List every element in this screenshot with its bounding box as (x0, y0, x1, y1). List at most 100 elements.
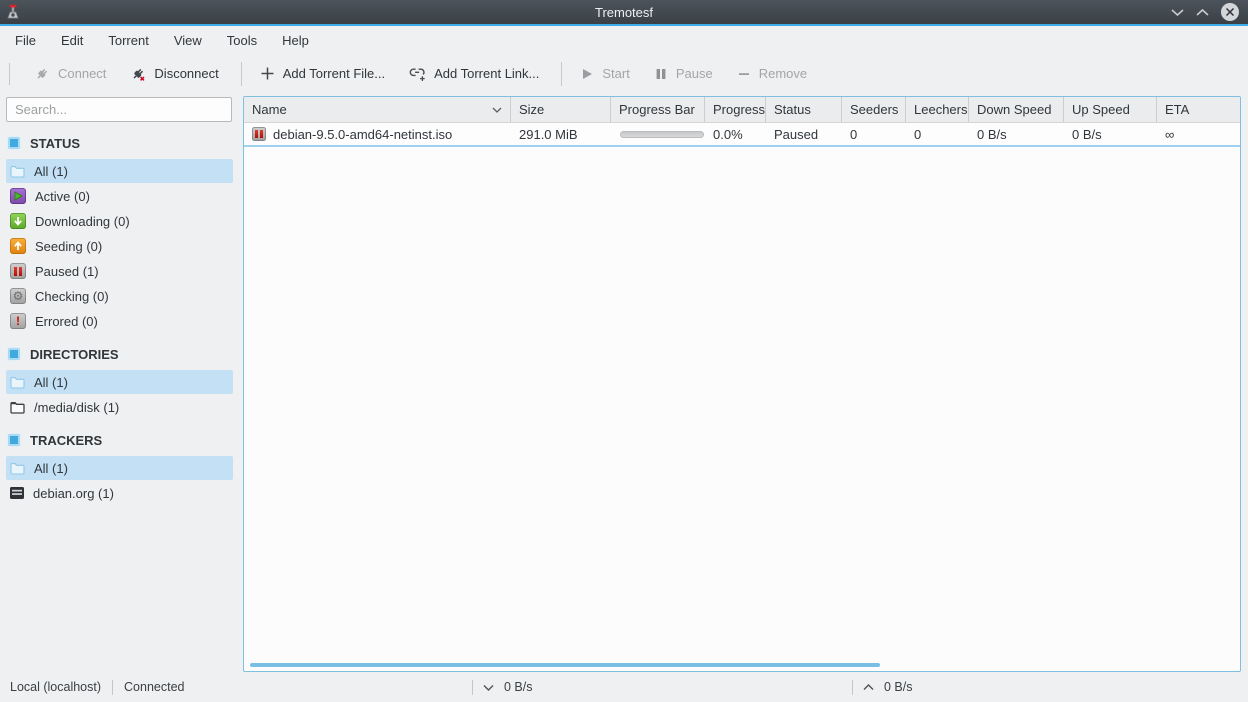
cell-leechers: 0 (914, 126, 922, 142)
column-header-leechers[interactable]: Leechers (906, 97, 969, 122)
plug-connect-icon (34, 66, 50, 82)
download-chevron-icon (483, 684, 494, 691)
sidebar-item-status-paused[interactable]: Paused (1) (6, 259, 233, 283)
disconnect-label: Disconnect (154, 66, 219, 81)
sidebar-item-directory-media-disk[interactable]: /media/disk (1) (6, 395, 233, 419)
sidebar-item-label: All (1) (34, 374, 68, 390)
section-title: DIRECTORIES (30, 346, 119, 362)
sidebar-item-status-active[interactable]: Active (0) (6, 184, 233, 208)
tracker-icon (10, 487, 24, 499)
remove-button: Remove (727, 61, 817, 86)
menu-file[interactable]: File (5, 29, 46, 52)
play-icon (580, 67, 594, 81)
minus-icon (737, 67, 751, 81)
sidebar-item-label: All (1) (34, 163, 68, 179)
cell-name: debian-9.5.0-amd64-netinst.iso (244, 127, 511, 142)
column-header-eta[interactable]: ETA (1157, 97, 1240, 122)
cell-up-speed: 0 B/s (1072, 126, 1102, 142)
sort-chevron-down-icon (492, 107, 502, 113)
section-title: STATUS (30, 135, 81, 151)
folder-icon (10, 165, 25, 178)
link-plus-icon (409, 66, 426, 82)
section-header-directories: DIRECTORIES (8, 344, 237, 364)
add-torrent-file-button[interactable]: Add Torrent File... (250, 61, 395, 86)
toolbar-separator (561, 61, 563, 86)
connection-status: Connected (124, 680, 185, 694)
errored-icon: ! (10, 313, 26, 329)
menu-torrent[interactable]: Torrent (98, 29, 158, 52)
folder-dark-icon (10, 401, 25, 414)
sidebar-item-label: Errored (0) (35, 313, 98, 329)
torrent-row[interactable]: debian-9.5.0-amd64-netinst.iso 291.0 MiB… (244, 123, 1240, 145)
maximize-icon[interactable] (1196, 8, 1209, 16)
downloading-icon (10, 213, 26, 229)
progress-bar (620, 130, 704, 138)
statusbar: Local (localhost) Connected 0 B/s 0 B/s (0, 672, 1248, 702)
section-header-status: STATUS (8, 133, 237, 153)
scrollbar-thumb[interactable] (250, 663, 880, 667)
column-header-progress-bar[interactable]: Progress Bar (611, 97, 705, 122)
cell-down-speed: 0 B/s (977, 126, 1007, 142)
column-header-name[interactable]: Name (244, 97, 511, 122)
upload-speed: 0 B/s (884, 680, 913, 694)
section-title: TRACKERS (30, 432, 103, 448)
toolbar-handle[interactable] (9, 62, 10, 85)
sidebar-item-status-all[interactable]: All (1) (6, 159, 233, 183)
section-header-trackers: TRACKERS (8, 430, 237, 450)
remove-label: Remove (758, 66, 808, 81)
seeding-icon (10, 238, 26, 254)
sidebar-item-status-errored[interactable]: ! Errored (0) (6, 309, 233, 333)
table-header-row: Name Size Progress Bar Progress Status S… (244, 97, 1240, 123)
column-header-progress[interactable]: Progress (705, 97, 766, 122)
pause-button: Pause (644, 61, 723, 86)
filters-sidebar: STATUS All (1) Active (0) Downloading (0… (0, 92, 237, 672)
start-button: Start (570, 61, 639, 86)
add-torrent-file-label: Add Torrent File... (282, 66, 386, 81)
column-header-size[interactable]: Size (511, 97, 611, 122)
table-empty-area (244, 147, 1240, 660)
menu-help[interactable]: Help (272, 29, 319, 52)
menu-tools[interactable]: Tools (217, 29, 267, 52)
column-header-down-speed[interactable]: Down Speed (969, 97, 1064, 122)
statusbar-separator (112, 679, 114, 695)
connect-button: Connect (24, 61, 116, 87)
column-header-status[interactable]: Status (766, 97, 842, 122)
menu-view[interactable]: View (164, 29, 212, 52)
sidebar-item-status-seeding[interactable]: Seeding (0) (6, 234, 233, 258)
pause-label: Pause (675, 66, 713, 81)
statusbar-separator (852, 679, 853, 695)
sidebar-item-status-checking[interactable]: ⚙ Checking (0) (6, 284, 233, 308)
disconnect-button[interactable]: Disconnect (120, 61, 228, 87)
menu-edit[interactable]: Edit (51, 29, 93, 52)
torrents-table: Name Size Progress Bar Progress Status S… (243, 96, 1241, 672)
cell-progress-bar (611, 130, 705, 138)
plus-icon (260, 66, 275, 81)
paused-icon (252, 127, 266, 141)
server-name: Local (localhost) (10, 680, 102, 694)
minimize-icon[interactable] (1171, 8, 1184, 16)
menubar: File Edit Torrent View Tools Help (0, 26, 1248, 55)
horizontal-scrollbar[interactable] (244, 660, 1240, 671)
toolbar-separator (240, 61, 242, 86)
titlebar: Tremotesf (0, 0, 1248, 24)
column-header-seeders[interactable]: Seeders (842, 97, 906, 122)
sidebar-item-trackers-all[interactable]: All (1) (6, 456, 233, 480)
sidebar-item-label: Active (0) (35, 188, 90, 204)
sidebar-item-label: Seeding (0) (35, 238, 103, 254)
sidebar-item-status-downloading[interactable]: Downloading (0) (6, 209, 233, 233)
search-input[interactable] (6, 97, 232, 122)
cell-eta: ∞ (1165, 126, 1175, 142)
plug-disconnect-icon (130, 66, 146, 82)
paused-icon (10, 263, 26, 279)
column-header-up-speed[interactable]: Up Speed (1064, 97, 1157, 122)
sidebar-item-directories-all[interactable]: All (1) (6, 370, 233, 394)
sidebar-item-tracker-debian-org[interactable]: debian.org (1) (6, 481, 233, 505)
cell-seeders: 0 (850, 126, 858, 142)
close-icon[interactable] (1221, 3, 1239, 21)
folder-icon (10, 376, 25, 389)
add-torrent-link-button[interactable]: Add Torrent Link... (399, 61, 549, 87)
folder-icon (10, 462, 25, 475)
add-torrent-link-label: Add Torrent Link... (434, 66, 540, 81)
category-icon (8, 434, 20, 446)
torrent-name: debian-9.5.0-amd64-netinst.iso (273, 126, 453, 142)
